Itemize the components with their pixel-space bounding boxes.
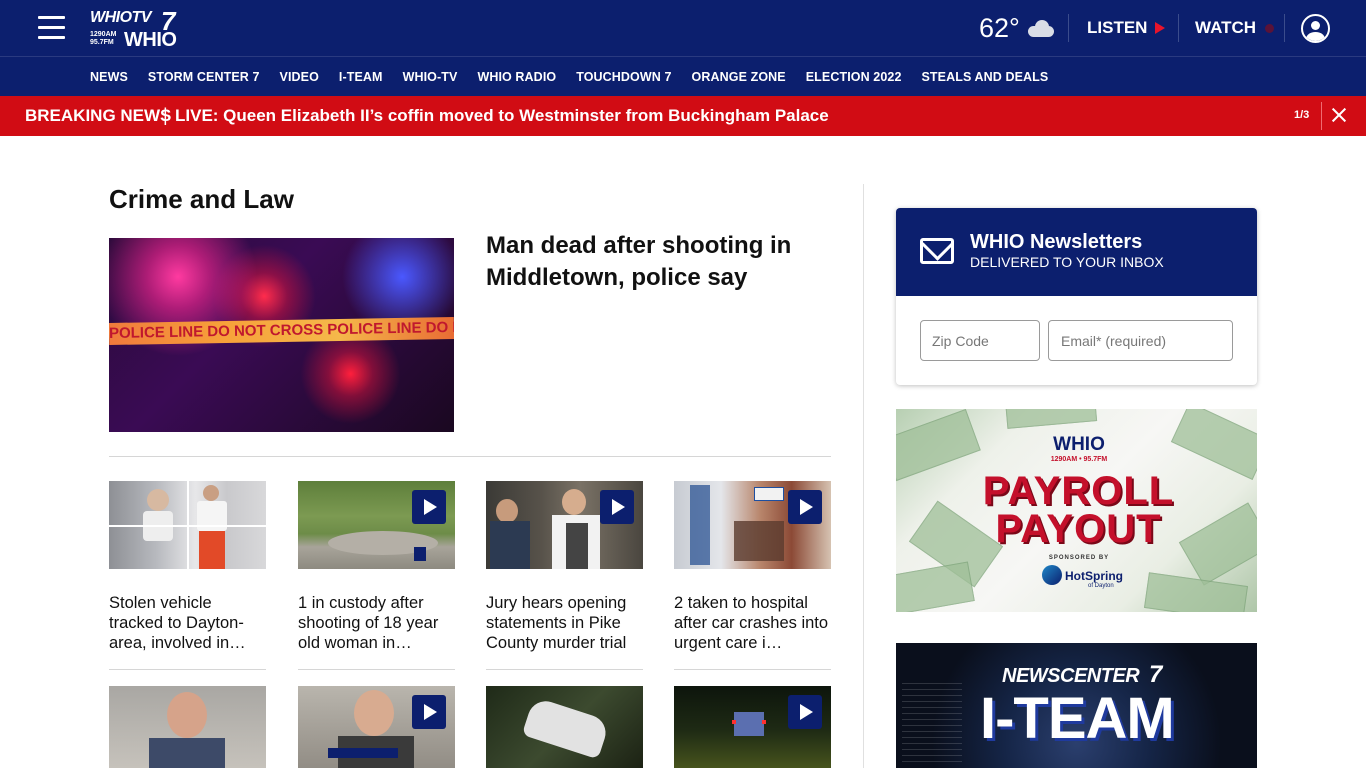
newsletter-header: WHIO Newsletters DELIVERED TO YOUR INBOX xyxy=(896,208,1257,296)
story-card[interactable] xyxy=(486,686,643,768)
story-headline[interactable]: Stolen vehicle tracked to Dayton-area, i… xyxy=(109,593,266,653)
nav-item-storm-center[interactable]: STORM CENTER 7 xyxy=(148,70,260,84)
hotspring-sub: of Dayton xyxy=(1088,583,1114,589)
video-play-icon xyxy=(788,695,822,729)
lead-story-headline[interactable]: Man dead after shooting in Middletown, p… xyxy=(486,230,826,294)
logo-frequencies: 1290AM 95.7FM xyxy=(90,31,117,46)
card-divider xyxy=(298,669,455,670)
police-tape-graphic: POLICE LINE DO NOT CROSS POLICE LINE DO … xyxy=(109,316,454,346)
card-divider xyxy=(109,669,266,670)
column-divider xyxy=(863,184,864,768)
zip-code-input[interactable] xyxy=(920,320,1040,361)
hotspring-icon xyxy=(1042,565,1062,585)
nav-item-orange-zone[interactable]: ORANGE ZONE xyxy=(692,70,786,84)
user-account-icon[interactable] xyxy=(1301,14,1330,43)
lead-story-image[interactable]: POLICE LINE DO NOT CROSS POLICE LINE DO … xyxy=(109,238,454,432)
header-divider xyxy=(1178,14,1179,42)
story-card[interactable]: Jury hears opening statements in Pike Co… xyxy=(486,481,643,670)
header-divider xyxy=(1284,14,1285,42)
play-icon xyxy=(1155,22,1166,34)
envelope-icon xyxy=(920,238,954,264)
breaking-news-bar: BREAKING NEWS | LIVE: Queen Elizabeth II… xyxy=(0,96,1366,136)
story-headline[interactable]: 2 taken to hospital after car crashes in… xyxy=(674,593,831,653)
nav-item-video[interactable]: VIDEO xyxy=(280,70,319,84)
breaking-news-label: BREAKING NEWS xyxy=(25,106,172,125)
story-card[interactable]: Stolen vehicle tracked to Dayton-area, i… xyxy=(109,481,266,670)
close-icon[interactable] xyxy=(1331,107,1347,123)
ad-sponsored-by: SPONSORED BY xyxy=(1048,555,1110,561)
ad-whio-frequencies: 1290AM • 95.7FM xyxy=(1050,456,1108,463)
card-divider xyxy=(674,669,831,670)
nav-item-i-team[interactable]: I-TEAM xyxy=(339,70,383,84)
newsletter-subtitle: DELIVERED TO YOUR INBOX xyxy=(970,254,1164,270)
nav-item-touchdown-7[interactable]: TOUCHDOWN 7 xyxy=(576,70,671,84)
section-title: Crime and Law xyxy=(109,184,294,214)
nav-item-election-2022[interactable]: ELECTION 2022 xyxy=(806,70,902,84)
email-input[interactable] xyxy=(1048,320,1233,361)
ad-payout-text: PAYOUT xyxy=(995,507,1162,551)
logo-text-tv: WHIOTV xyxy=(90,9,152,26)
story-headline[interactable]: Jury hears opening statements in Pike Co… xyxy=(486,593,643,653)
data-lines-graphic xyxy=(902,683,962,763)
hotspring-name: HotSpring xyxy=(1065,569,1123,583)
story-card[interactable]: 2 taken to hospital after car crashes in… xyxy=(674,481,831,670)
story-thumbnail[interactable] xyxy=(486,686,643,768)
listen-label: LISTEN xyxy=(1087,18,1148,37)
nav-item-whio-tv[interactable]: WHIO-TV xyxy=(403,70,458,84)
story-thumbnail[interactable] xyxy=(674,686,831,768)
story-thumbnail[interactable] xyxy=(298,686,455,768)
payroll-payout-ad[interactable]: WHIO 1290AM • 95.7FM PAYROLL PAYOUT SPON… xyxy=(896,409,1257,612)
top-header: WHIOTV 7 1290AM 95.7FM WHIO 62° LISTEN WA… xyxy=(0,0,1366,56)
watch-button[interactable]: WATCH xyxy=(1195,18,1275,38)
logo-text-whio: WHIO xyxy=(124,29,177,51)
whio-logo[interactable]: WHIOTV 7 1290AM 95.7FM WHIO xyxy=(90,6,186,51)
nav-item-news[interactable]: NEWS xyxy=(90,70,128,84)
story-card[interactable] xyxy=(109,686,266,768)
temperature: 62° xyxy=(979,12,1020,43)
video-play-icon xyxy=(412,490,446,524)
story-thumbnail[interactable] xyxy=(298,481,455,569)
nav-item-whio-radio[interactable]: WHIO RADIO xyxy=(477,70,556,84)
breaking-counter: 1/3 xyxy=(1294,109,1310,121)
video-play-icon xyxy=(412,695,446,729)
main-nav: NEWS STORM CENTER 7 VIDEO I-TEAM WHIO-TV… xyxy=(0,56,1366,96)
hotspring-logo: HotSpring of Dayton xyxy=(1042,565,1132,589)
story-thumbnail[interactable] xyxy=(674,481,831,569)
story-card[interactable] xyxy=(298,686,455,768)
story-thumbnail[interactable] xyxy=(486,481,643,569)
weather-widget[interactable]: 62° xyxy=(979,12,1056,44)
partly-cloudy-icon xyxy=(1026,18,1056,38)
live-dot-icon xyxy=(1265,23,1275,33)
breaking-headline-link[interactable]: LIVE: Queen Elizabeth II’s coffin moved … xyxy=(175,106,829,126)
card-divider xyxy=(486,669,643,670)
nav-item-steals-and-deals[interactable]: STEALS AND DEALS xyxy=(922,70,1049,84)
video-play-icon xyxy=(788,490,822,524)
newsletter-title: WHIO Newsletters xyxy=(970,231,1143,253)
story-thumbnail[interactable] xyxy=(109,686,266,768)
watch-label: WATCH xyxy=(1195,18,1257,37)
i-team-text: I-TEAM xyxy=(980,686,1175,751)
story-card[interactable] xyxy=(674,686,831,768)
i-team-promo[interactable]: NEWSCENTER 7 I-TEAM xyxy=(896,643,1257,768)
ad-payroll-text: PAYROLL xyxy=(982,469,1175,513)
breaking-separator: | xyxy=(163,105,168,125)
newsletter-signup: WHIO Newsletters DELIVERED TO YOUR INBOX xyxy=(896,208,1257,385)
story-card[interactable]: 1 in custody after shooting of 18 year o… xyxy=(298,481,455,670)
breaking-divider xyxy=(1321,102,1322,130)
section-divider xyxy=(109,456,831,457)
header-divider xyxy=(1068,14,1069,42)
story-headline[interactable]: 1 in custody after shooting of 18 year o… xyxy=(298,593,455,653)
listen-button[interactable]: LISTEN xyxy=(1087,18,1166,38)
ad-whio-logo: WHIO xyxy=(1053,434,1105,455)
story-thumbnail[interactable] xyxy=(109,481,266,569)
hamburger-menu-icon[interactable] xyxy=(38,16,65,40)
video-play-icon xyxy=(600,490,634,524)
